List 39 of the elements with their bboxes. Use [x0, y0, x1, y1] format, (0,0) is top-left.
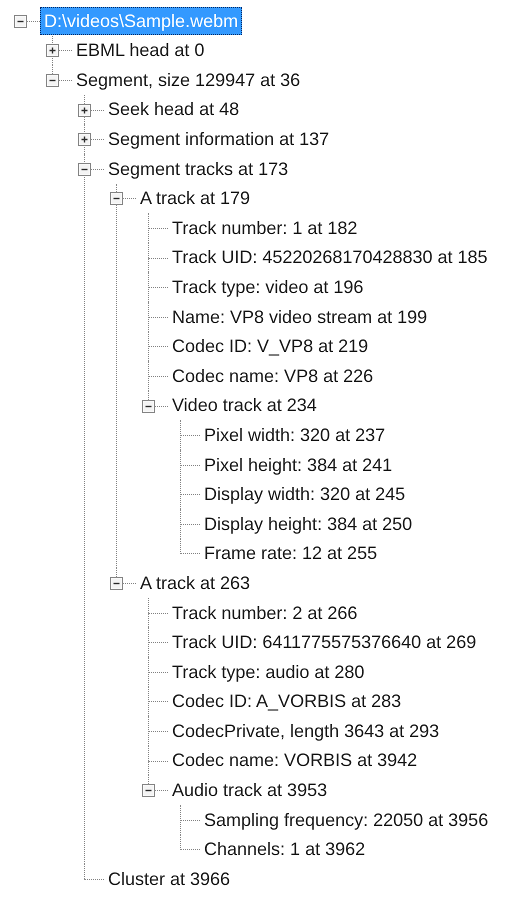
tree-item[interactable]: A track at 179	[136, 184, 254, 212]
tree-item[interactable]: Track number: 2 at 266	[168, 598, 362, 627]
collapse-icon[interactable]	[142, 784, 155, 798]
tree-item[interactable]: Segment, size 129947 at 36	[72, 66, 304, 94]
tree-item[interactable]: Pixel height: 384 at 241	[200, 450, 396, 479]
tree-item[interactable]: Track number: 1 at 182	[168, 214, 362, 242]
tree-item[interactable]: Track UID: 6411775575376640 at 269	[168, 628, 480, 656]
collapse-icon[interactable]	[142, 400, 155, 413]
tree-item[interactable]: Channels: 1 at 3962	[200, 835, 370, 864]
collapse-icon[interactable]	[110, 192, 123, 206]
expand-icon[interactable]	[78, 133, 91, 146]
tree-item[interactable]: Codec ID: V_VP8 at 219	[168, 332, 372, 360]
tree-item[interactable]: Video track at 234	[168, 391, 321, 420]
tree-item[interactable]: Segment information at 137	[104, 125, 334, 154]
expand-icon[interactable]	[46, 44, 59, 58]
tree-item[interactable]: Pixel width: 320 at 237	[200, 420, 390, 450]
tree-item[interactable]: Frame rate: 12 at 255	[200, 539, 382, 568]
expand-icon[interactable]	[78, 104, 91, 117]
tree-item[interactable]: Codec name: VORBIS at 3942	[168, 746, 422, 775]
tree-item[interactable]: Track type: video at 196	[168, 272, 368, 302]
tree-item[interactable]: Track type: audio at 280	[168, 658, 368, 686]
tree-item[interactable]: Codec ID: A_VORBIS at 283	[168, 687, 406, 716]
tree-item[interactable]: Display width: 320 at 245	[200, 480, 410, 508]
tree-item[interactable]: Codec name: VP8 at 226	[168, 362, 378, 390]
tree-item[interactable]: Track UID: 45220268170428830 at 185	[168, 243, 492, 272]
tree-item[interactable]: A track at 263	[136, 568, 254, 598]
tree-item[interactable]: Seek head at 48	[104, 95, 244, 124]
tree-item[interactable]: Sampling frequency: 22050 at 3956	[200, 806, 492, 834]
collapse-icon[interactable]	[78, 162, 91, 176]
collapse-icon[interactable]	[46, 74, 59, 87]
tree-item[interactable]: CodecPrivate, length 3643 at 293	[168, 716, 444, 746]
tree-item[interactable]: Cluster at 3966	[104, 864, 234, 894]
collapse-icon[interactable]	[14, 14, 27, 28]
tree-item[interactable]: Segment tracks at 173	[104, 154, 292, 183]
tree-item[interactable]: Display height: 384 at 250	[200, 510, 416, 538]
tree-item[interactable]: EBML head at 0	[72, 36, 208, 65]
collapse-icon[interactable]	[110, 577, 123, 590]
tree-item[interactable]: Name: VP8 video stream at 199	[168, 302, 432, 331]
tree-item[interactable]: Audio track at 3953	[168, 776, 332, 804]
